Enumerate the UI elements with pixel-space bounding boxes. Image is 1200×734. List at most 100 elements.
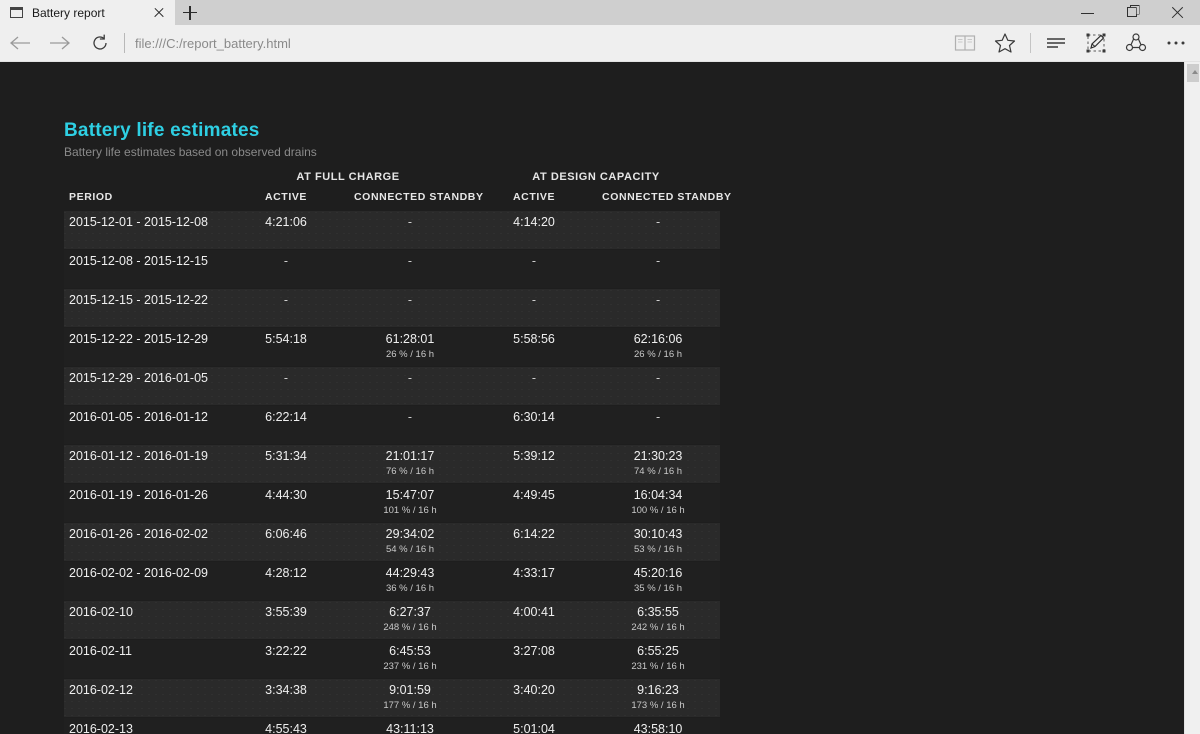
plus-icon[interactable]: [175, 0, 205, 25]
cell-fc-active-value: -: [283, 293, 289, 307]
cell-fc-standby-value: -: [407, 254, 413, 268]
cell-period: 2016-01-05 - 2016-01-12: [64, 405, 224, 445]
cell-fc-standby-subvalue: 36 % / 16 h: [385, 583, 435, 594]
cell-dc-active-value: 4:00:41: [513, 605, 555, 619]
cell-dc-standby-subvalue: 26 % / 16 h: [633, 349, 683, 360]
cell-period-value: 2016-01-26 - 2016-02-02: [69, 527, 208, 541]
maximize-icon[interactable]: [1110, 0, 1155, 25]
ellipsis-icon[interactable]: [1156, 25, 1196, 62]
tab-title: Battery report: [32, 5, 105, 20]
table-row: 2016-01-05 - 2016-01-12 6:22:14 - 6:30:14…: [64, 405, 721, 445]
cell-dc-standby: -: [596, 210, 721, 250]
cell-fc-active: 4:21:06: [224, 210, 348, 250]
table-body: 2015-12-01 - 2015-12-08 4:21:06 - 4:14:20…: [64, 210, 721, 734]
cell-dc-active-value: -: [531, 293, 537, 307]
battery-life-estimates-table: AT FULL CHARGE AT DESIGN CAPACITY PERIOD…: [64, 171, 732, 734]
cell-dc-standby-value: 16:04:34: [633, 488, 683, 502]
cell-dc-active: 4:14:20: [472, 210, 597, 250]
browser-window: Battery report file:///C:/report_battery…: [0, 0, 1200, 734]
cell-dc-standby-subvalue: 173 % / 16 h: [631, 700, 685, 711]
share-icon[interactable]: [1116, 25, 1156, 62]
refresh-icon[interactable]: [80, 25, 120, 62]
cell-dc-active: -: [472, 366, 597, 406]
cell-fc-standby-value: 6:27:37: [389, 605, 431, 619]
cell-dc-standby: 43:58:1036 % / 16 h: [596, 717, 721, 734]
cell-dc-standby-value: 30:10:43: [633, 527, 683, 541]
cell-dc-active: 6:14:22: [472, 522, 597, 562]
page-subtitle: Battery life estimates based on observed…: [64, 145, 317, 159]
cell-dc-standby: -: [596, 249, 721, 289]
star-icon[interactable]: [985, 25, 1025, 62]
arrow-right-icon[interactable]: [40, 25, 80, 62]
cell-dc-standby: 6:55:25 231 % / 16 h: [596, 639, 721, 679]
table-head: AT FULL CHARGE AT DESIGN CAPACITY PERIOD…: [64, 171, 732, 211]
column-header-dc-standby: CONNECTED STANDBY: [602, 191, 732, 203]
arrow-left-icon[interactable]: [0, 25, 40, 62]
cell-fc-active-value: 6:22:14: [265, 410, 307, 424]
book-icon[interactable]: [945, 25, 985, 62]
cell-period-value: 2016-02-02 - 2016-02-09: [69, 566, 208, 580]
pen-note-icon[interactable]: [1076, 25, 1116, 62]
column-header-row: PERIOD ACTIVE CONNECTED STANDBY ACTIVE C…: [64, 191, 732, 211]
cell-fc-standby: 6:45:53 237 % / 16 h: [348, 639, 473, 679]
cell-dc-active-value: -: [531, 371, 537, 385]
toolbar-actions: [945, 25, 1200, 62]
address-bar-input[interactable]: file:///C:/report_battery.html: [133, 36, 945, 51]
chevron-up-icon[interactable]: [1191, 70, 1198, 74]
cell-dc-standby: -: [596, 366, 721, 406]
table-row: 2015-12-22 - 2015-12-29 5:54:18 61:28:01 2…: [64, 327, 721, 367]
column-header-dc-active: ACTIVE: [512, 191, 556, 203]
cell-fc-active: -: [224, 366, 348, 406]
cell-dc-standby-value: -: [655, 293, 661, 307]
cell-fc-standby-subvalue: 54 % / 16 h: [385, 544, 435, 555]
cell-fc-active: 6:22:14: [224, 405, 348, 445]
browser-tab[interactable]: Battery report: [0, 0, 175, 25]
cell-dc-standby: 62:16:06 26 % / 16 h: [596, 327, 721, 367]
cell-fc-standby: -: [348, 249, 473, 289]
cell-fc-active-value: 3:34:38: [265, 683, 307, 697]
table-row: 2016-02-11 3:22:22 6:45:53 237 % / 16 h 3:2…: [64, 639, 721, 679]
close-icon[interactable]: [1155, 0, 1200, 25]
scrollbar-thumb[interactable]: [1187, 64, 1199, 82]
cell-period: 2016-02-12: [64, 678, 224, 718]
cell-dc-active: 4:00:41: [472, 600, 597, 640]
cell-period: 2015-12-01 - 2015-12-08: [64, 210, 224, 250]
cell-fc-standby-subvalue: 26 % / 16 h: [385, 349, 435, 360]
minimize-icon[interactable]: [1065, 0, 1110, 25]
cell-fc-active-value: -: [283, 254, 289, 268]
cell-fc-active-value: 5:31:34: [265, 449, 307, 463]
cell-dc-standby-value: -: [655, 410, 661, 424]
cell-dc-standby-value: 21:30:23: [633, 449, 683, 463]
cell-fc-active: 3:34:38: [224, 678, 348, 718]
cell-dc-active-value: 4:14:20: [513, 215, 555, 229]
cell-period: 2015-12-22 - 2015-12-29: [64, 327, 224, 367]
cell-fc-standby: -: [348, 366, 473, 406]
cell-fc-standby-value: -: [407, 215, 413, 229]
table-row: 2016-01-12 - 2016-01-19 5:31:34 21:01:17 7…: [64, 444, 721, 484]
cell-fc-standby-value: 61:28:01: [385, 332, 435, 346]
cell-fc-standby-value: 6:45:53: [389, 644, 431, 658]
vertical-scrollbar[interactable]: [1184, 62, 1200, 734]
cell-dc-active-value: 4:49:45: [513, 488, 555, 502]
hub-icon[interactable]: [1036, 25, 1076, 62]
cell-dc-standby: 45:20:16 35 % / 16 h: [596, 561, 721, 601]
cell-fc-standby-value: -: [407, 293, 413, 307]
cell-period-value: 2015-12-08 - 2015-12-15: [69, 254, 208, 268]
cell-fc-standby-subvalue: 248 % / 16 h: [383, 622, 437, 633]
column-header-fc-active: ACTIVE: [264, 191, 308, 203]
cell-dc-standby-subvalue: 100 % / 16 h: [631, 505, 685, 516]
group-header-full-charge: AT FULL CHARGE: [296, 171, 400, 183]
cell-fc-standby: 21:01:17 76 % / 16 h: [348, 444, 473, 484]
cell-period-value: 2016-01-12 - 2016-01-19: [69, 449, 208, 463]
cell-dc-active: -: [472, 249, 597, 289]
cell-fc-active-value: 5:54:18: [265, 332, 307, 346]
cell-dc-standby-subvalue: 231 % / 16 h: [631, 661, 685, 672]
table-row: 2016-02-12 3:34:38 9:01:59 177 % / 16 h 3:4…: [64, 678, 721, 718]
close-icon[interactable]: [149, 3, 169, 23]
cell-fc-standby-value: 43:11:13: [386, 722, 434, 734]
cell-fc-active-value: 4:55:43: [265, 722, 307, 734]
cell-dc-standby-value: 62:16:06: [633, 332, 683, 346]
cell-fc-standby-value: 15:47:07: [385, 488, 435, 502]
page-title: Battery life estimates: [64, 120, 260, 141]
report-content: Battery life estimates Battery life esti…: [64, 120, 764, 734]
